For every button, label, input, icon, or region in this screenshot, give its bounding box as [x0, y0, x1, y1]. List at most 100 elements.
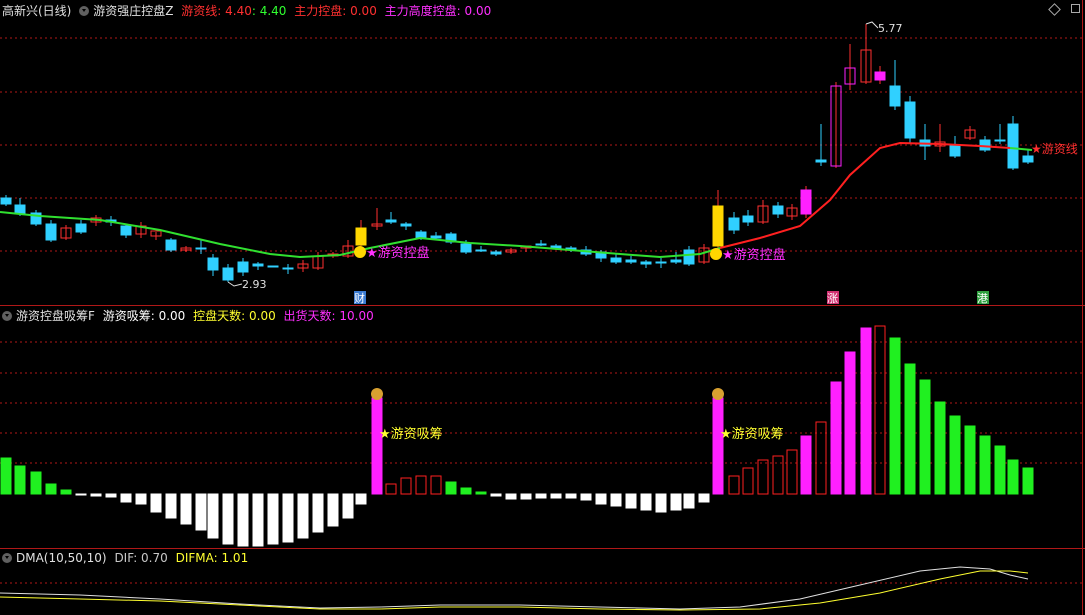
histogram-bar: [625, 493, 637, 509]
candle-body: [252, 263, 264, 267]
candlestick-chart[interactable]: ★游资控盘 ★游资控盘 5.77 2.93 ★游资线财 涨 港: [0, 0, 1085, 305]
histogram-bar: [1022, 467, 1034, 495]
histogram-bar: [400, 477, 412, 495]
histogram-bar: [757, 459, 769, 495]
line-label-2: 出货天数: 10.00: [283, 309, 374, 323]
histogram-bar: [640, 493, 652, 511]
indicator-name[interactable]: 游资强庄控盘Z: [93, 4, 173, 18]
histogram-bar: [919, 379, 931, 495]
smiley-icon: [710, 248, 722, 260]
signal-label: ★游资吸筹: [379, 426, 443, 442]
histogram-bar: [535, 493, 547, 499]
histogram-bar: [371, 397, 383, 495]
histogram-bar: [135, 493, 147, 505]
histogram-bar: [14, 465, 26, 495]
candle-body: [430, 235, 442, 239]
candle-body: [222, 267, 234, 281]
candle-body: [625, 259, 637, 263]
histogram-bar: [655, 493, 667, 513]
histogram-bar: [120, 493, 132, 503]
histogram-bar: [698, 493, 710, 503]
histogram-bar: [312, 493, 324, 533]
candle-body: [1007, 123, 1019, 169]
candle-body: [949, 145, 961, 157]
line-label-3: 主力高度控盘: 0.00: [384, 4, 492, 18]
ma-line-red: [719, 141, 1011, 249]
candle-body: [1022, 155, 1034, 163]
histogram-bar: [580, 493, 592, 501]
main-panel-header: 高新兴(日线) 游资强庄控盘Z 游资线: 4.40: 4.40 主力控盘: 0.…: [2, 3, 495, 19]
candle-body: [535, 243, 547, 246]
histogram-chart[interactable]: ★游资吸筹 ★游资吸筹: [0, 306, 1085, 548]
low-price-label: 2.93: [242, 278, 267, 291]
main-chart-panel[interactable]: ★游资控盘 ★游资控盘 5.77 2.93 ★游资线财 涨 港 高新兴(日线) 游资强庄控盘…: [0, 0, 1085, 305]
candle-body: [640, 261, 652, 265]
candle-body: [195, 247, 207, 250]
histogram-bar: [0, 457, 12, 495]
histogram-bar: [282, 493, 294, 543]
line-label-1: : 4.40: [251, 4, 287, 18]
histogram-bar: [934, 401, 946, 495]
histogram-bar: [964, 425, 976, 495]
candle-body: [237, 261, 249, 273]
money-bag-icon: [371, 388, 383, 400]
histogram-bar: [445, 481, 457, 495]
line-label-2: 主力控盘: 0.00: [294, 4, 377, 18]
histogram-bar: [460, 487, 472, 495]
stock-title: 高新兴(日线): [2, 4, 72, 18]
histogram-bar: [565, 493, 577, 499]
histogram-bar: [742, 467, 754, 495]
signal-label: ★游资吸筹: [720, 426, 784, 442]
histogram-bar: [786, 449, 798, 495]
histogram-bar: [728, 475, 740, 495]
candle-body: [610, 257, 622, 263]
line-label-0: 游资线: 4.40: [181, 4, 252, 18]
signal-label: ★游资控盘: [366, 245, 430, 261]
candle-body: [475, 249, 487, 252]
candle-body: [75, 223, 87, 233]
histogram-bar: [595, 493, 607, 505]
histogram-bar: [994, 445, 1006, 495]
indicator-menu-icon[interactable]: [2, 553, 12, 563]
histogram-bar: [342, 493, 354, 519]
histogram-bar: [1007, 459, 1019, 495]
histogram-bar: [60, 489, 72, 495]
candle-body: [120, 225, 132, 236]
histogram-bar: [45, 483, 57, 495]
line-label-1: DIFMA: 1.01: [175, 551, 249, 565]
histogram-bar: [252, 493, 264, 547]
histogram-bar: [520, 493, 532, 500]
event-marker-label: 涨: [827, 292, 838, 305]
candle-body: [460, 243, 472, 253]
indicator-name[interactable]: DMA(10,50,10): [16, 551, 107, 565]
ma-end-label: ★游资线: [1031, 142, 1078, 156]
indicator-menu-icon[interactable]: [79, 6, 90, 16]
candle-body: [889, 85, 901, 107]
histogram-bar: [165, 493, 177, 519]
panel-close-icon[interactable]: [1071, 4, 1081, 14]
candle-body: [267, 265, 279, 268]
candle-body: [165, 239, 177, 251]
histogram-bar: [844, 351, 856, 495]
difma-line: [0, 570, 1029, 611]
candle-body: [655, 261, 667, 264]
indicator-name[interactable]: 游资控盘吸筹F: [16, 309, 95, 323]
candle-body: [800, 189, 812, 215]
candle-body: [904, 101, 916, 139]
histogram-bar: [105, 493, 117, 498]
event-marker-label: 港: [977, 292, 988, 305]
histogram-bar: [979, 435, 991, 495]
histogram-bar: [195, 493, 207, 531]
histogram-bar: [267, 493, 279, 545]
histogram-bar: [355, 493, 367, 505]
indicator-menu-icon[interactable]: [2, 311, 12, 321]
histogram-bar: [683, 493, 695, 509]
candle-body: [385, 219, 397, 223]
histogram-bar: [430, 475, 442, 495]
sub-indicator-panel[interactable]: ★游资吸筹 ★游资吸筹 游资控盘吸筹F 游资吸筹: 0.00 控盘天数: 0.00…: [0, 306, 1085, 548]
candle-body: [400, 223, 412, 227]
dma-panel-header: DMA(10,50,10) DIF: 0.70 DIFMA: 1.01: [2, 550, 252, 566]
dma-panel[interactable]: DMA(10,50,10) DIF: 0.70 DIFMA: 1.01: [0, 549, 1085, 615]
histogram-bar: [90, 493, 102, 497]
candle-body: [712, 205, 724, 247]
